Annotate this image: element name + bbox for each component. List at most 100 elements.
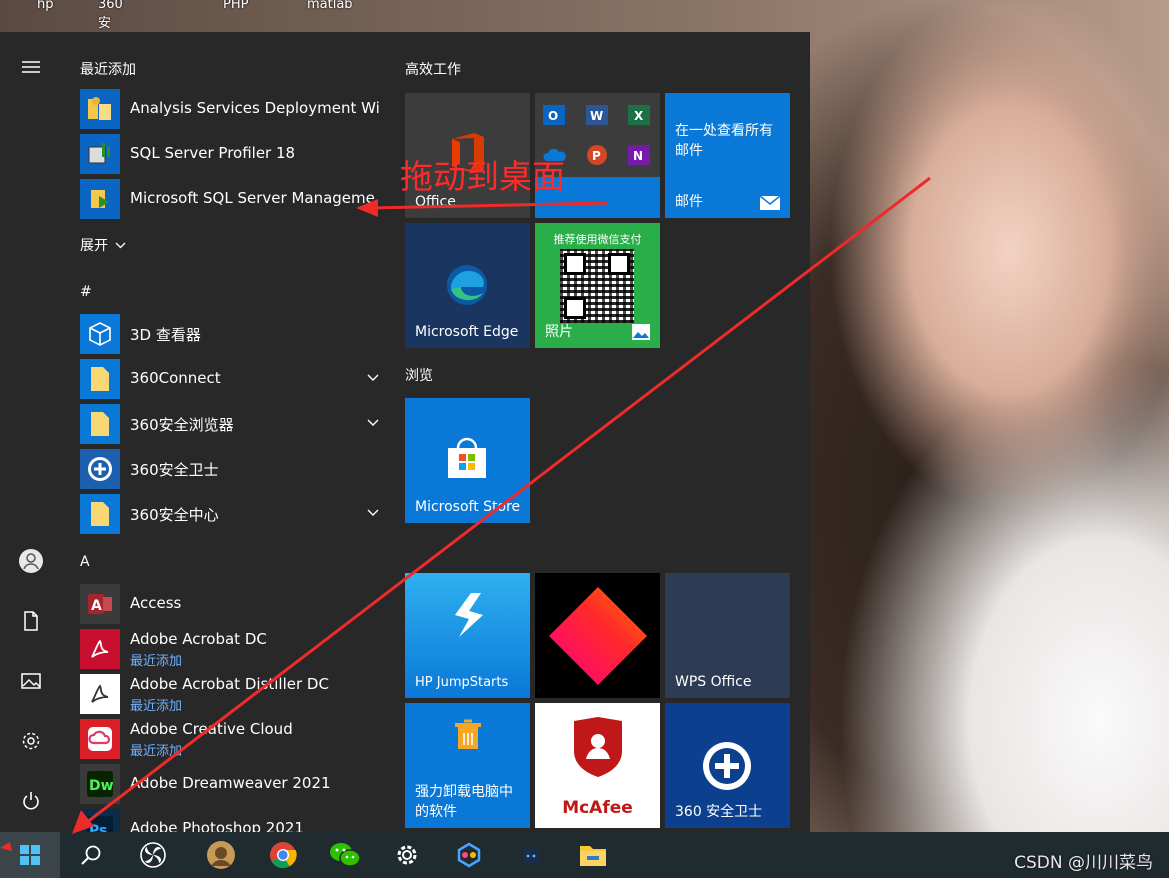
app-item-acrobat-distiller[interactable]: Adobe Acrobat Distiller DC 最近添加 [80,673,380,715]
store-bag-icon [448,437,486,478]
chevron-down-icon[interactable] [366,370,380,384]
start-button[interactable] [0,832,60,878]
folder-icon [80,359,120,399]
app-label: 360Connect [130,369,221,387]
tile-uninstall-software[interactable]: 强力卸载电脑中 的软件 [405,703,530,828]
photos-icon [632,324,650,340]
desktop-label-hp[interactable]: hp [37,0,54,12]
folder-icon [80,494,120,534]
expand-button[interactable]: 展开 [80,235,126,255]
app-item-dreamweaver[interactable]: Dw Adobe Dreamweaver 2021 [80,763,380,805]
tile-mail[interactable]: 在一处查看所有邮件 邮件 [665,93,790,218]
start-left-rail [0,32,62,832]
svg-text:X: X [634,109,644,123]
creative-cloud-icon [80,719,120,759]
recently-added-badge: 最近添加 [130,654,183,669]
avatar-icon [207,841,235,869]
photoshop-icon: Ps [80,809,120,832]
taskbar-file-explorer[interactable] [562,832,624,878]
section-hash[interactable]: # [80,284,92,300]
360-shield-icon [80,449,120,489]
app-label: Access [130,594,182,612]
app-label: Microsoft SQL Server Manageme... [130,189,380,207]
picture-icon [21,673,41,689]
app-item-creative-cloud[interactable]: Adobe Creative Cloud 最近添加 [80,718,380,760]
svg-text:Dw: Dw [89,778,114,794]
section-a[interactable]: A [80,554,90,570]
app-item-3d-viewer[interactable]: 3D 查看器 [80,313,380,355]
chevron-down-icon[interactable] [366,505,380,519]
taskbar-search-button[interactable] [60,832,122,878]
document-icon [24,611,38,631]
desktop-label-matlab[interactable]: matlab [307,0,353,12]
svg-text:A: A [91,598,102,614]
taskbar-app-cat[interactable] [500,832,562,878]
power-button[interactable] [14,784,48,818]
expand-label: 展开 [80,238,108,254]
word-icon: W [586,105,608,125]
app-item-analysis-services[interactable]: Analysis Services Deployment Wi... [80,88,380,130]
app-label: 360安全浏览器 [130,416,234,434]
power-icon [23,792,39,810]
taskbar-app-avatar[interactable] [190,832,252,878]
access-icon: A [80,584,120,624]
pictures-button[interactable] [14,664,48,698]
app-item-360-browser[interactable]: 360安全浏览器 [80,403,380,445]
tile-360-safeguard[interactable]: 360 安全卫士 [665,703,790,828]
app-item-sql-profiler[interactable]: SQL Server Profiler 18 [80,133,380,175]
chrome-icon [270,842,297,869]
diamond-app-icon [549,587,647,685]
app-item-access[interactable]: A Access [80,583,380,625]
app-item-360connect[interactable]: 360Connect [80,358,380,400]
gear-icon [22,732,40,750]
chevron-down-icon[interactable] [366,415,380,429]
app-item-acrobat[interactable]: Adobe Acrobat DC 最近添加 [80,628,380,670]
tile-label: WPS Office [675,674,752,690]
taskbar-app-pinwheel[interactable] [122,832,184,878]
acrobat-icon [80,629,120,669]
taskbar-settings[interactable] [376,832,438,878]
tile-hp-jumpstarts[interactable]: HP JumpStarts [405,573,530,698]
taskbar-chrome[interactable] [252,832,314,878]
recently-added-badge: 最近添加 [130,699,183,714]
taskbar-app-colorful[interactable] [438,832,500,878]
tile-photos[interactable]: 推荐使用微信支付 照片 [535,223,660,348]
recently-added-badge: 最近添加 [130,744,183,759]
desktop-label-php[interactable]: PHP [223,0,248,12]
tile-group-header-productivity[interactable]: 高效工作 [405,59,461,79]
tile-wps-office[interactable]: WPS Office [665,573,790,698]
app-item-photoshop[interactable]: Ps Adobe Photoshop 2021 [80,808,380,832]
tile-red-diamond-app[interactable] [535,573,660,698]
app-label: Adobe Acrobat DC [130,630,267,648]
settings-button[interactable] [14,724,48,758]
360-shield-icon [703,742,751,790]
svg-text:Ps: Ps [89,823,107,832]
app-item-360-safeguard[interactable]: 360安全卫士 [80,448,380,490]
windows-logo-icon [20,845,40,865]
mcafee-shield-icon [574,717,622,777]
tile-microsoft-store[interactable]: Microsoft Store [405,398,530,523]
tile-mcafee[interactable]: McAfee [535,703,660,828]
taskbar-wechat[interactable] [314,832,376,878]
dreamweaver-icon: Dw [80,764,120,804]
svg-text:W: W [590,109,603,123]
documents-button[interactable] [14,604,48,638]
app-item-ssms[interactable]: Microsoft SQL Server Manageme... [80,178,380,220]
ssms-icon [80,179,120,219]
baidu-netdisk-icon [457,842,481,868]
app-item-360-center[interactable]: 360安全中心 [80,493,380,535]
user-avatar-icon [19,549,43,573]
acrobat-distiller-icon [80,674,120,714]
hamburger-menu-button[interactable] [14,50,48,84]
tile-label: 照片 [545,324,573,340]
tile-group-header-browse[interactable]: 浏览 [405,365,433,385]
tile-label-line-1: 强力卸载电脑中 [415,784,513,800]
edge-icon [447,265,487,305]
tile-label: 强力卸载电脑中 的软件 [415,782,513,822]
user-account-button[interactable] [14,544,48,578]
recycle-bin-icon [455,719,481,749]
tile-label: 邮件 [675,194,703,210]
tile-microsoft-edge[interactable]: Microsoft Edge [405,223,530,348]
app-list: 最近添加 Analysis Services Deployment Wi... … [62,32,390,832]
mcafee-label: McAfee [562,798,633,818]
